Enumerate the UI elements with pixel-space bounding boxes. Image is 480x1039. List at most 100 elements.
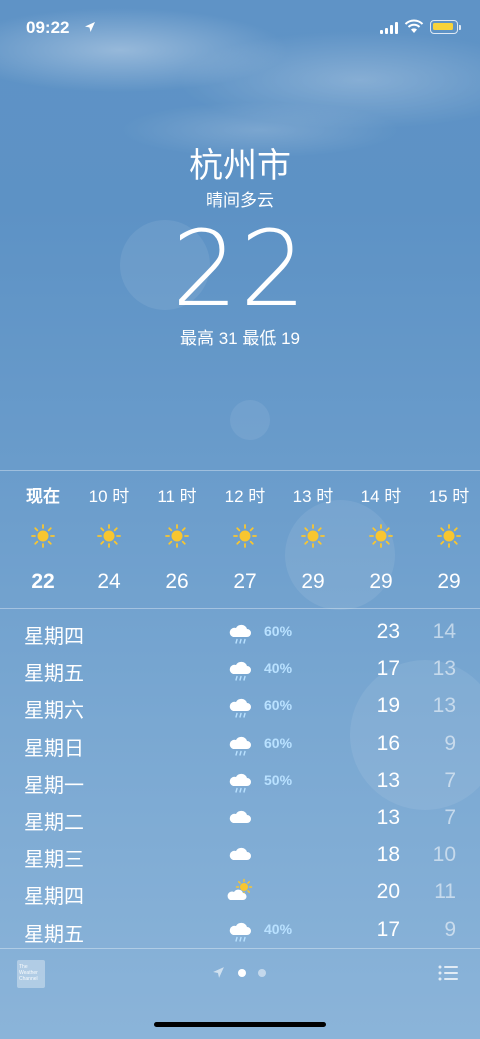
hour-temperature: 29 bbox=[369, 570, 393, 593]
day-name: 星期三 bbox=[24, 849, 84, 872]
hour-label: 10 时 bbox=[88, 487, 130, 506]
day-high-temperature: 17 bbox=[376, 657, 400, 681]
day-row: 星期二 13 7 bbox=[0, 800, 480, 837]
precipitation-chance: 40% bbox=[264, 660, 293, 677]
day-name: 星期日 bbox=[24, 737, 84, 760]
day-name: 星期五 bbox=[24, 663, 84, 686]
hour-label: 15 时 bbox=[428, 487, 470, 506]
day-row: 星期日 60% 16 9 bbox=[0, 726, 480, 763]
day-high-temperature: 23 bbox=[376, 620, 400, 643]
hour-label: 现在 bbox=[26, 487, 60, 506]
sun-icon bbox=[369, 524, 393, 548]
divider bbox=[0, 948, 480, 949]
day-high-temperature: 16 bbox=[376, 731, 400, 755]
wifi-icon bbox=[404, 19, 424, 33]
hour-label: 14 时 bbox=[360, 487, 402, 506]
day-row: 星期五 40% 17 9 bbox=[0, 912, 480, 949]
precipitation-chance: 60% bbox=[264, 697, 293, 714]
location-arrow-icon bbox=[213, 967, 224, 978]
day-high-temperature: 13 bbox=[376, 806, 400, 829]
partly-sunny-icon bbox=[226, 878, 254, 906]
page-dot[interactable] bbox=[258, 969, 266, 977]
hour-label: 13 时 bbox=[292, 487, 334, 506]
day-high-temperature: 17 bbox=[376, 917, 400, 941]
battery-icon bbox=[430, 20, 458, 34]
hour-temperature: 24 bbox=[97, 570, 121, 593]
day-low-temperature: 13 bbox=[432, 694, 456, 718]
cloud-icon bbox=[226, 804, 254, 832]
day-name: 星期四 bbox=[24, 626, 84, 648]
day-row: 星期五 40% 17 13 bbox=[0, 651, 480, 688]
hour-column: 15 时 29 bbox=[415, 470, 480, 608]
rain-cloud-icon bbox=[226, 767, 254, 795]
hour-temperature: 26 bbox=[165, 570, 189, 593]
day-low-temperature: 7 bbox=[444, 768, 456, 792]
rain-cloud-icon bbox=[226, 916, 254, 944]
precipitation-chance: 40% bbox=[264, 920, 293, 937]
precipitation-chance: 60% bbox=[264, 734, 293, 751]
day-high-temperature: 20 bbox=[376, 880, 400, 904]
day-row: 星期三 18 10 bbox=[0, 837, 480, 874]
rain-cloud-icon bbox=[226, 618, 254, 646]
hour-column: 现在 22 bbox=[9, 470, 77, 608]
day-name: 星期六 bbox=[24, 700, 84, 723]
day-low-temperature: 10 bbox=[432, 843, 456, 867]
battery-level bbox=[433, 23, 453, 30]
hour-label: 12 时 bbox=[224, 487, 266, 506]
day-low-temperature: 7 bbox=[444, 806, 456, 829]
day-row: 星期六 60% 19 13 bbox=[0, 688, 480, 725]
status-time: 09:22 bbox=[26, 18, 70, 37]
day-high-temperature: 13 bbox=[376, 768, 400, 792]
rain-cloud-icon bbox=[226, 692, 254, 720]
page-indicator[interactable] bbox=[212, 965, 272, 981]
day-high-temperature: 18 bbox=[376, 843, 400, 867]
day-low-temperature: 9 bbox=[444, 731, 456, 755]
battery-cap bbox=[459, 25, 461, 30]
high-low-temperature: 最高 31 最低 19 bbox=[180, 329, 300, 348]
day-row: 星期四 20 11 bbox=[0, 874, 480, 911]
hour-column: 11 时 26 bbox=[143, 470, 211, 608]
precipitation-chance: 50% bbox=[264, 771, 293, 788]
cloud-icon bbox=[226, 841, 254, 869]
hour-temperature: 22 bbox=[31, 570, 55, 593]
day-low-temperature: 11 bbox=[434, 880, 456, 904]
lens-flare bbox=[230, 400, 270, 440]
hour-column: 14 时 29 bbox=[347, 470, 415, 608]
hour-temperature: 29 bbox=[301, 570, 325, 593]
location-arrow-icon bbox=[85, 22, 95, 32]
current-temperature: 22 bbox=[171, 208, 309, 330]
day-low-temperature: 14 bbox=[432, 620, 456, 643]
home-indicator[interactable] bbox=[154, 1022, 326, 1027]
sun-icon bbox=[97, 524, 121, 548]
hour-column: 12 时 27 bbox=[211, 470, 279, 608]
rain-cloud-icon bbox=[226, 655, 254, 683]
day-name: 星期一 bbox=[24, 774, 84, 797]
status-bar: 09:22 bbox=[0, 0, 480, 56]
hour-temperature: 29 bbox=[437, 570, 461, 593]
hour-temperature: 27 bbox=[233, 570, 257, 593]
day-name: 星期五 bbox=[24, 923, 84, 946]
day-row: 星期一 50% 13 7 bbox=[0, 763, 480, 800]
list-icon[interactable] bbox=[438, 965, 458, 981]
sun-icon bbox=[233, 524, 257, 548]
precipitation-chance: 60% bbox=[264, 623, 293, 639]
day-high-temperature: 19 bbox=[376, 694, 400, 718]
hour-column: 13 时 29 bbox=[279, 470, 347, 608]
day-name: 星期四 bbox=[24, 886, 84, 909]
city-name: 杭州市 bbox=[189, 147, 291, 185]
weather-channel-logo-icon[interactable]: The Weather Channel bbox=[17, 960, 45, 988]
cellular-signal-icon bbox=[380, 22, 398, 34]
sun-icon bbox=[437, 524, 461, 548]
day-name: 星期二 bbox=[24, 812, 84, 834]
hour-label: 11 时 bbox=[157, 487, 197, 506]
day-low-temperature: 13 bbox=[432, 657, 456, 681]
day-row: 星期四 60% 23 14 bbox=[0, 614, 480, 651]
hourly-forecast[interactable]: 现在 22 10 时 24 11 时 26 12 时 27 13 时 29 14 时 29 15 时 29 bbox=[0, 470, 480, 608]
sun-icon bbox=[31, 524, 55, 548]
rain-cloud-icon bbox=[226, 730, 254, 758]
page-dot-active[interactable] bbox=[238, 969, 246, 977]
sun-icon bbox=[165, 524, 189, 548]
divider bbox=[0, 608, 480, 609]
sun-icon bbox=[301, 524, 325, 548]
hour-column: 10 时 24 bbox=[75, 470, 143, 608]
